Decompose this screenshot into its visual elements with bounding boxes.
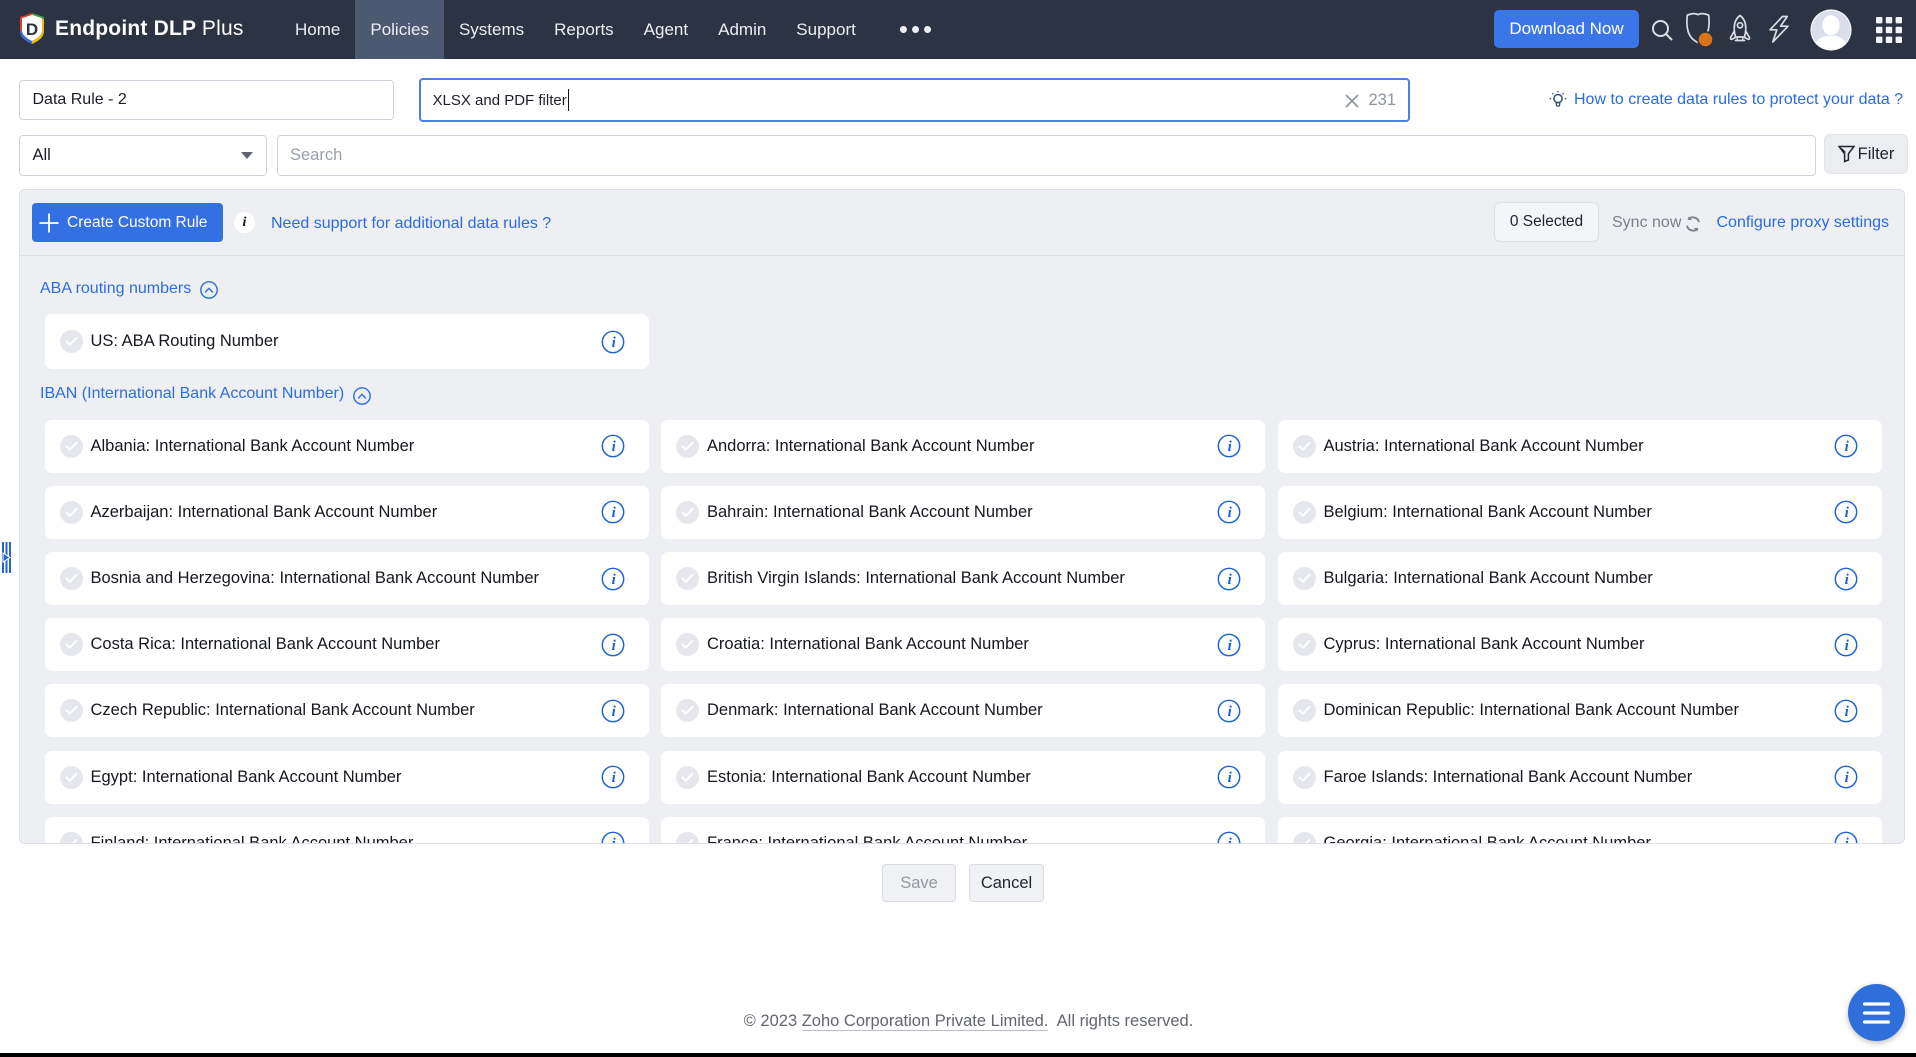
svg-text:i: i (1228, 572, 1233, 588)
svg-text:i: i (1228, 704, 1233, 720)
svg-text:i: i (611, 439, 616, 455)
svg-text:i: i (611, 572, 616, 588)
svg-text:i: i (1228, 770, 1233, 786)
svg-text:i: i (611, 505, 616, 521)
svg-text:i: i (1844, 638, 1849, 654)
svg-text:i: i (611, 335, 616, 351)
svg-text:i: i (1844, 770, 1849, 786)
svg-text:i: i (1228, 836, 1233, 844)
svg-text:i: i (611, 704, 616, 720)
svg-text:i: i (1844, 572, 1849, 588)
svg-text:i: i (1228, 638, 1233, 654)
svg-text:i: i (1844, 836, 1849, 844)
svg-text:D: D (26, 20, 38, 39)
svg-text:i: i (1228, 505, 1233, 521)
svg-text:i: i (611, 836, 616, 844)
svg-text:i: i (1844, 439, 1849, 455)
svg-text:i: i (1228, 439, 1233, 455)
svg-text:i: i (1844, 505, 1849, 521)
svg-text:i: i (1844, 704, 1849, 720)
svg-text:i: i (611, 770, 616, 786)
svg-text:i: i (611, 638, 616, 654)
